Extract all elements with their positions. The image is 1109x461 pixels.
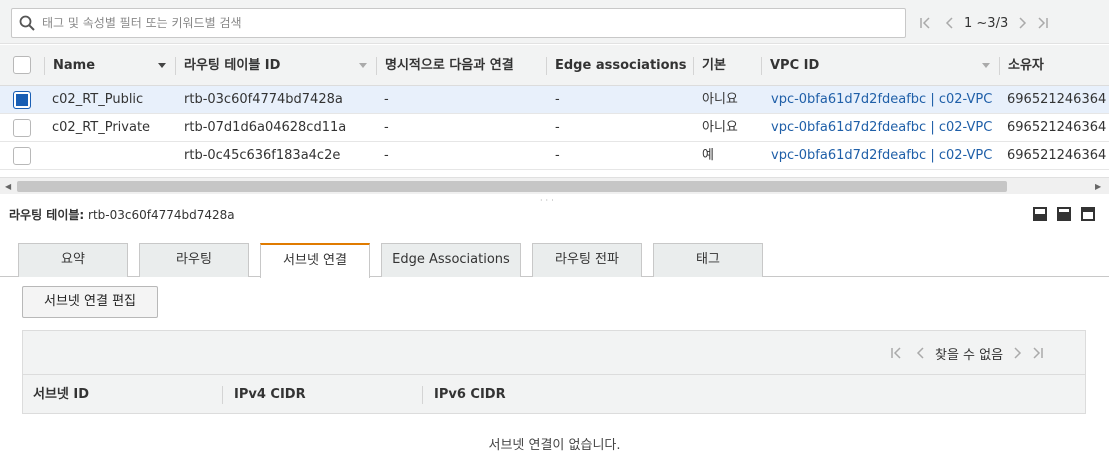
layout-top-icon[interactable] <box>1081 207 1095 221</box>
table-row[interactable]: c02_RT_Private rtb-07d1d6a04628cd11a - -… <box>0 114 1109 142</box>
col-edge-associations[interactable]: Edge associations <box>546 45 687 86</box>
next-page-icon[interactable] <box>1014 15 1030 31</box>
top-pager: 1 ~3/3 <box>918 13 1050 33</box>
layout-bottom-icon[interactable] <box>1033 207 1047 221</box>
col-ipv6-cidr[interactable]: IPv6 CIDR <box>422 375 506 415</box>
next-page-icon[interactable] <box>1009 345 1025 361</box>
edit-subnet-associations-button[interactable]: 서브넷 연결 편집 <box>22 286 158 318</box>
col-route-table-id[interactable]: 라우팅 테이블 ID <box>174 45 280 86</box>
pager-status: 찾을 수 없음 <box>935 347 1004 363</box>
last-page-icon[interactable] <box>1029 345 1045 361</box>
cell-route-table-id: rtb-07d1d6a04628cd11a <box>184 120 347 135</box>
tab-routes[interactable]: 라우팅 <box>139 243 249 277</box>
tab-summary[interactable]: 요약 <box>18 243 128 277</box>
tab-edge-associations[interactable]: Edge Associations <box>381 243 521 277</box>
col-name[interactable]: Name <box>43 45 95 86</box>
search-box[interactable] <box>11 8 906 38</box>
layout-split-icon[interactable] <box>1057 207 1071 221</box>
cell-vpc-link[interactable]: vpc-0bfa61d7d2fdeafbc | c02-VPC <box>771 114 992 142</box>
cell-edge: - <box>555 120 560 135</box>
cell-main: 아니요 <box>702 120 738 135</box>
col-vpc-id[interactable]: VPC ID <box>760 45 819 86</box>
col-explicit-association[interactable]: 명시적으로 다음과 연결 <box>376 45 514 86</box>
scrollbar-thumb[interactable] <box>17 181 1007 192</box>
search-input[interactable] <box>42 9 892 37</box>
prev-page-icon[interactable] <box>913 345 929 361</box>
tab-subnet-associations[interactable]: 서브넷 연결 <box>260 243 370 278</box>
table-header: Name 라우팅 테이블 ID 명시적으로 다음과 연결 Edge associ… <box>0 45 1109 86</box>
search-icon <box>19 15 35 31</box>
empty-state-message: 서브넷 연결이 없습니다. <box>488 438 621 453</box>
scroll-left-icon[interactable]: ◀ <box>5 182 11 191</box>
col-ipv4-cidr[interactable]: IPv4 CIDR <box>222 375 306 415</box>
cell-route-table-id: rtb-0c45c636f183a4c2e <box>184 148 341 163</box>
resize-grip[interactable]: ··· <box>540 196 557 205</box>
prev-page-icon[interactable] <box>942 15 958 31</box>
cell-explicit: - <box>384 92 389 107</box>
cell-main: 아니요 <box>702 92 738 107</box>
subnet-associations-panel: 찾을 수 없음 서브넷 ID IPv4 CIDR IPv6 CIDR <box>22 330 1086 414</box>
page-range: 1 ~3/3 <box>964 15 1009 31</box>
sort-caret-icon[interactable] <box>982 61 990 69</box>
tab-route-propagation[interactable]: 라우팅 전파 <box>532 243 642 277</box>
detail-title: 라우팅 테이블: rtb-03c60f4774bd7428a <box>9 206 235 223</box>
filter-bar: 1 ~3/3 <box>0 0 1109 44</box>
cell-edge: - <box>555 148 560 163</box>
sort-caret-icon[interactable] <box>359 61 367 69</box>
cell-edge: - <box>555 92 560 107</box>
cell-route-table-id: rtb-03c60f4774bd7428a <box>184 92 343 107</box>
first-page-icon[interactable] <box>918 15 934 31</box>
cell-vpc-link[interactable]: vpc-0bfa61d7d2fdeafbc | c02-VPC <box>771 142 992 170</box>
cell-vpc-link[interactable]: vpc-0bfa61d7d2fdeafbc | c02-VPC <box>771 86 992 114</box>
scroll-right-icon[interactable]: ▶ <box>1095 182 1101 191</box>
col-owner[interactable]: 소유자 <box>999 45 1044 86</box>
subnet-table-header: 서브넷 ID IPv4 CIDR IPv6 CIDR <box>23 374 1085 414</box>
col-main[interactable]: 기본 <box>693 45 726 86</box>
sort-caret-icon[interactable] <box>158 61 166 69</box>
cell-owner: 696521246364 <box>1007 92 1107 107</box>
detail-tabs: 요약 라우팅 서브넷 연결 Edge Associations 라우팅 전파 태… <box>0 243 1109 278</box>
detail-label: 라우팅 테이블: <box>9 208 85 222</box>
cell-explicit: - <box>384 120 389 135</box>
first-page-icon[interactable] <box>889 345 905 361</box>
row-checkbox[interactable] <box>13 119 31 137</box>
cell-name: c02_RT_Public <box>52 92 144 107</box>
row-checkbox[interactable] <box>13 91 31 109</box>
tab-tags[interactable]: 태그 <box>653 243 763 277</box>
table-row[interactable]: rtb-0c45c636f183a4c2e - - 예 vpc-0bfa61d7… <box>0 142 1109 170</box>
horizontal-scrollbar[interactable]: ◀ ▶ <box>0 177 1109 194</box>
row-checkbox[interactable] <box>13 147 31 165</box>
detail-value: rtb-03c60f4774bd7428a <box>88 208 235 222</box>
panel-pager: 찾을 수 없음 <box>889 343 1045 363</box>
col-subnet-id[interactable]: 서브넷 ID <box>33 375 89 415</box>
last-page-icon[interactable] <box>1034 15 1050 31</box>
cell-explicit: - <box>384 148 389 163</box>
cell-main: 예 <box>702 148 714 163</box>
cell-owner: 696521246364 <box>1007 120 1107 135</box>
table-row[interactable]: c02_RT_Public rtb-03c60f4774bd7428a - - … <box>0 86 1109 114</box>
cell-owner: 696521246364 <box>1007 148 1107 163</box>
cell-name: c02_RT_Private <box>52 120 151 135</box>
select-all-checkbox[interactable] <box>13 56 31 74</box>
